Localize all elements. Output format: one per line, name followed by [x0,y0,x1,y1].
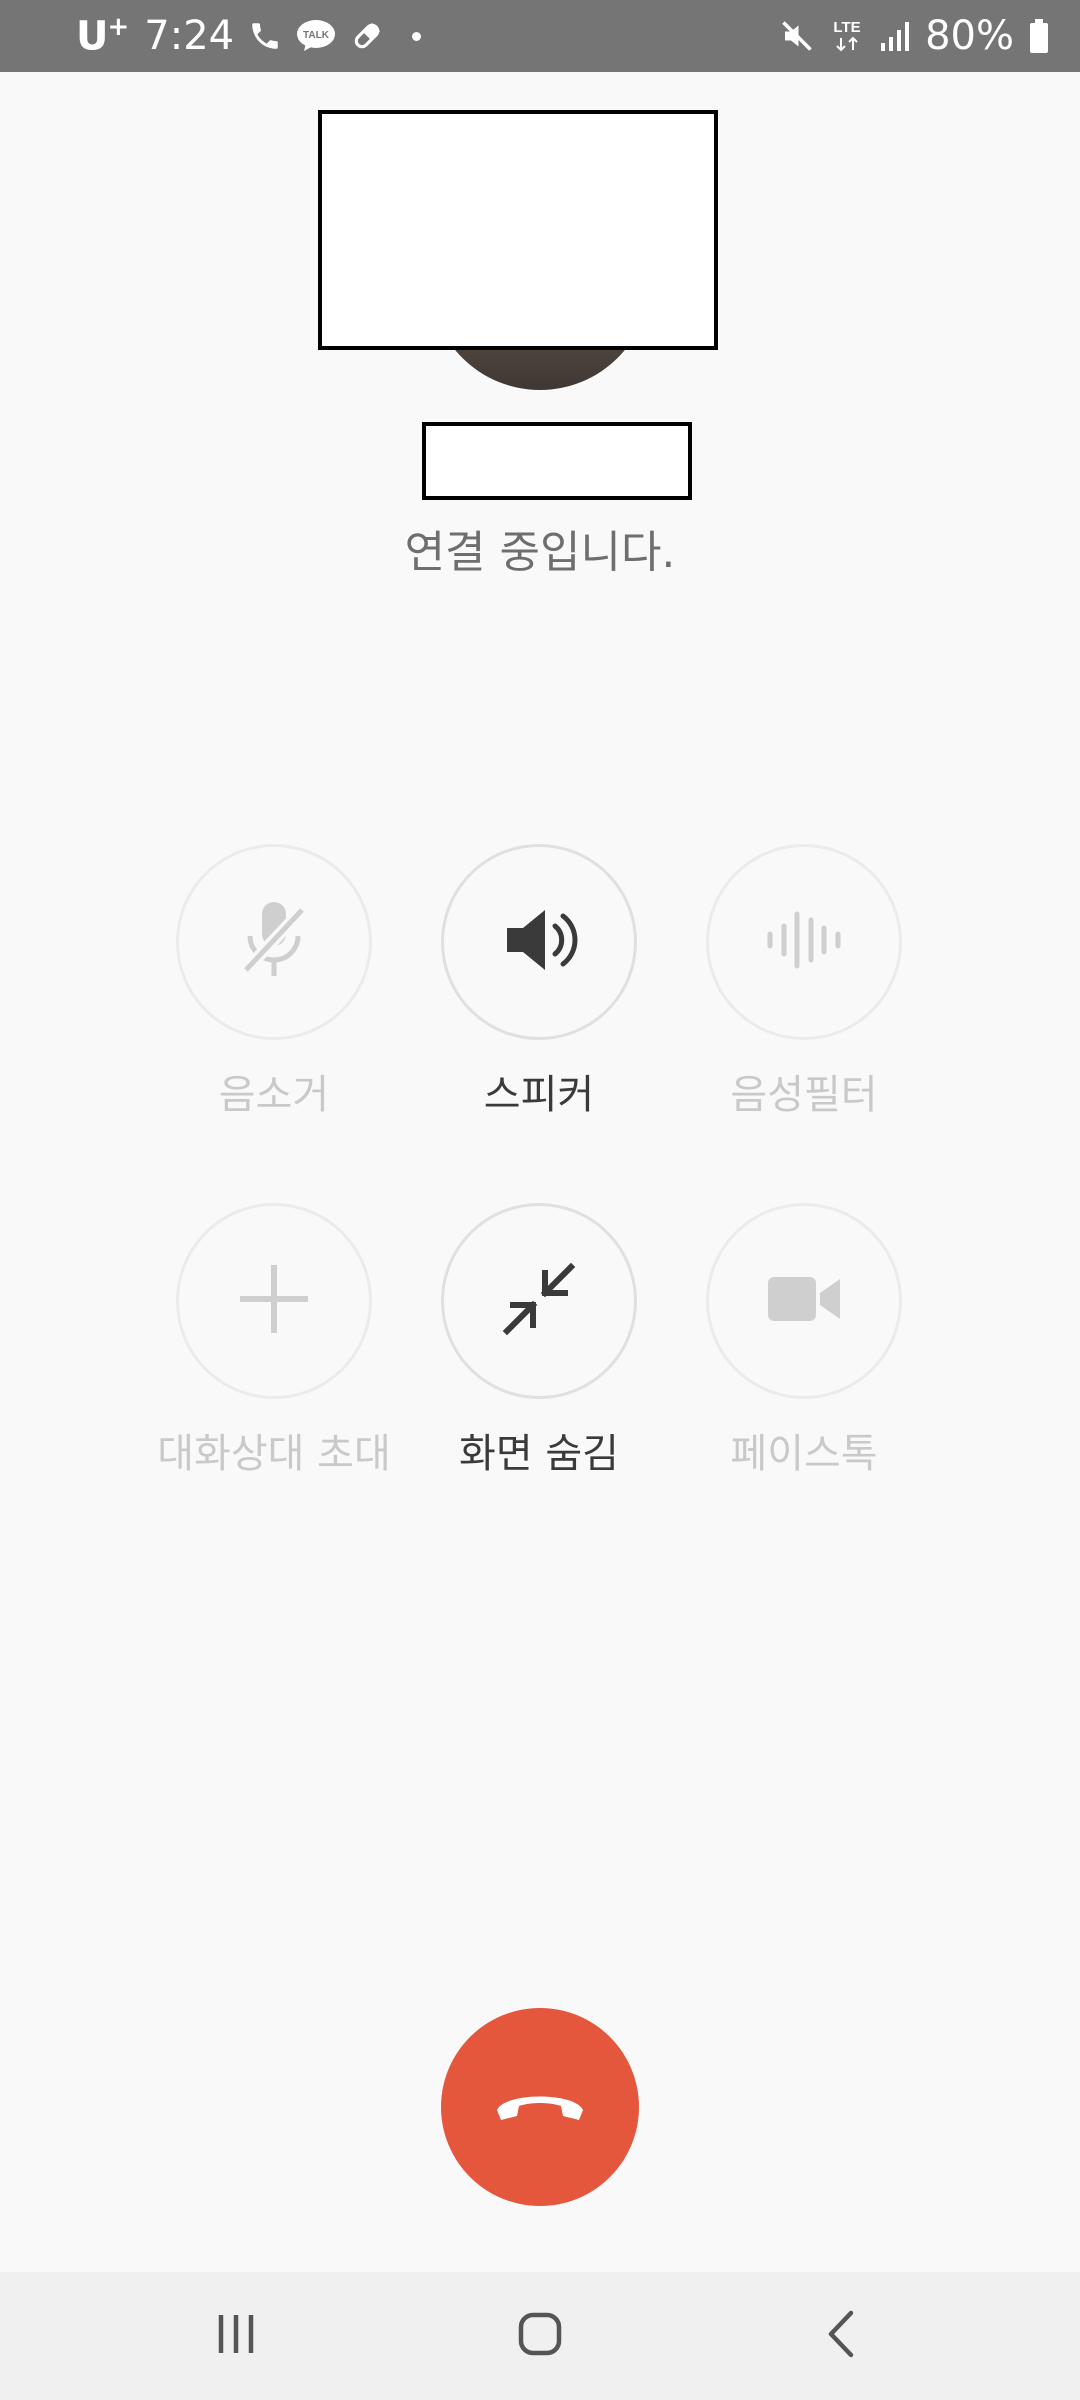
mute-button[interactable]: 음소거 [142,844,406,1120]
svg-text:LTE: LTE [833,19,860,36]
battery-icon [1028,18,1050,54]
recent-apps-button[interactable] [166,2272,306,2400]
mic-off-icon [224,890,324,994]
status-bar: U+ 7:24 TALK LTE 80% [0,0,1080,72]
navigation-bar [0,2272,1080,2400]
dot-icon [412,31,422,41]
recent-apps-icon [211,2309,261,2363]
battery-percentage: 80% [925,13,1014,59]
plus-icon [224,1249,324,1353]
hide-screen-label: 화면 숨김 [459,1431,619,1477]
back-button[interactable] [772,2272,912,2400]
voice-filter-button-circle[interactable] [706,844,902,1040]
facetalk-button-circle[interactable] [706,1203,902,1399]
speaker-label: 스피커 [483,1072,595,1118]
facetalk-button[interactable]: 페이스톡 [672,1203,936,1479]
facetalk-label: 페이스톡 [730,1431,878,1477]
lte-icon: LTE [829,16,865,56]
hide-screen-button[interactable]: 화면 숨김 [407,1203,671,1479]
video-camera-icon [754,1249,854,1353]
kakaotalk-icon: TALK [296,19,336,53]
signal-icon [879,19,911,53]
pill-icon [350,19,384,53]
hide-screen-button-circle[interactable] [441,1203,637,1399]
end-call-button[interactable] [441,2008,639,2206]
svg-text:TALK: TALK [303,30,330,41]
mute-icon [779,18,815,54]
speaker-button[interactable]: 스피커 [407,844,671,1120]
hang-up-icon [485,2050,595,2164]
invite-label: 대화상대 초대 [157,1431,391,1477]
home-button[interactable] [470,2272,610,2400]
back-icon [817,2309,867,2363]
mute-button-circle[interactable] [176,844,372,1040]
redacted-caller-name [422,422,692,500]
home-icon [515,2309,565,2363]
status-bar-left: U+ 7:24 TALK [76,0,422,72]
speaker-icon [489,890,589,994]
mute-label: 음소거 [218,1072,330,1118]
voice-filter-icon [754,890,854,994]
call-status: 연결 중입니다. [404,527,676,578]
redacted-caller-photo [318,110,718,350]
voice-filter-label: 음성필터 [730,1072,878,1118]
clock: 7:24 [144,13,235,59]
minimize-icon [489,1249,589,1353]
speaker-button-circle[interactable] [441,844,637,1040]
status-bar-right: LTE 80% [779,0,1050,72]
invite-button-circle[interactable] [176,1203,372,1399]
carrier-label: U+ [76,12,129,60]
phone-icon [248,19,282,53]
invite-button[interactable]: 대화상대 초대 [142,1203,406,1479]
voice-filter-button[interactable]: 음성필터 [672,844,936,1120]
